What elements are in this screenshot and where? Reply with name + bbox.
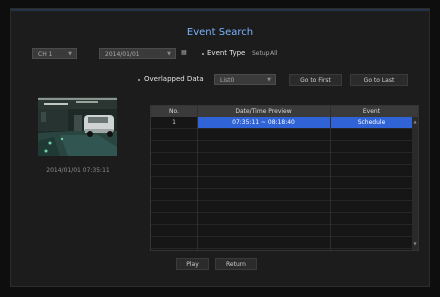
parking-garage-image: [38, 97, 117, 156]
table-row[interactable]: [151, 189, 413, 201]
overlapped-value: List0: [220, 77, 235, 84]
column-divider: [330, 106, 331, 250]
column-header-datetime: Date/Time Preview: [235, 108, 292, 115]
scroll-down-icon[interactable]: ▼: [412, 241, 418, 246]
go-to-last-button[interactable]: Go to Last: [350, 74, 408, 86]
return-button[interactable]: Return: [215, 258, 257, 270]
table-row[interactable]: [151, 129, 413, 141]
column-header-event: Event: [362, 108, 381, 115]
column-divider: [197, 106, 198, 250]
row-datetime: 07:35:11 ~ 08:18:40: [197, 117, 330, 128]
table-header: No. Date/Time Preview Event: [151, 106, 418, 117]
setup-value: All: [270, 50, 278, 57]
bullet-icon: [202, 53, 204, 55]
table-row[interactable]: [151, 153, 413, 165]
event-type-label: Event Type: [207, 49, 246, 57]
date-field[interactable]: 2014/01/01 ▼: [99, 48, 176, 59]
table-row[interactable]: [151, 177, 413, 189]
table-row[interactable]: 1 07:35:11 ~ 08:18:40 Schedule: [151, 117, 413, 129]
top-border: [11, 9, 429, 11]
dialog-title: Event Search: [186, 27, 254, 38]
overlapped-data-label: Overlapped Data: [144, 75, 204, 83]
bullet-icon: [138, 79, 140, 81]
table-scrollbar[interactable]: [412, 117, 418, 250]
scroll-up-icon[interactable]: ▲: [412, 119, 418, 124]
channel-value: CH 1: [38, 51, 53, 58]
preview-timestamp: 2014/01/01 07:35:11: [46, 167, 110, 174]
chevron-down-icon: ▼: [68, 51, 72, 57]
event-table: No. Date/Time Preview Event 1 07:35:11 ~…: [150, 105, 419, 251]
date-value: 2014/01/01: [105, 51, 140, 58]
table-row[interactable]: [151, 237, 413, 249]
table-row[interactable]: [151, 201, 413, 213]
channel-dropdown[interactable]: CH 1 ▼: [32, 48, 77, 59]
row-event: Schedule: [330, 117, 413, 128]
table-row[interactable]: [151, 165, 413, 177]
go-to-first-button[interactable]: Go to First: [289, 74, 342, 86]
column-header-no: No.: [169, 108, 179, 115]
camera-preview: [38, 97, 117, 156]
table-row[interactable]: [151, 225, 413, 237]
calendar-icon[interactable]: ▦: [181, 49, 187, 56]
overlapped-dropdown[interactable]: List0 ▼: [214, 74, 276, 85]
setup-button[interactable]: Setup: [252, 50, 269, 57]
table-row[interactable]: [151, 141, 413, 153]
chevron-down-icon: ▼: [267, 77, 271, 83]
play-button[interactable]: Play: [176, 258, 209, 270]
chevron-down-icon: ▼: [167, 51, 171, 57]
row-no: 1: [172, 119, 176, 126]
table-row[interactable]: [151, 213, 413, 225]
event-search-window: Event Search CH 1 ▼ 2014/01/01 ▼ ▦ Event…: [10, 8, 430, 287]
